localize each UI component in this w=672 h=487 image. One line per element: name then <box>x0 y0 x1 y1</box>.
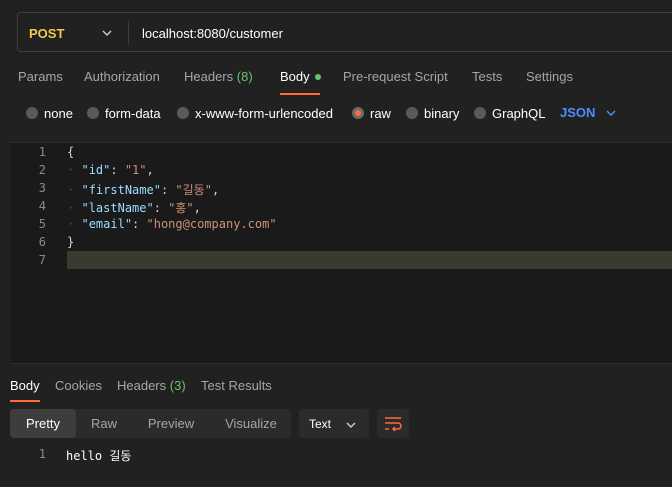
radio-binary[interactable]: binary <box>406 105 459 121</box>
close-brace: } <box>67 235 75 249</box>
json-key: "firstName" <box>81 183 161 197</box>
tab-headers-label: Headers <box>184 69 234 84</box>
open-brace: { <box>67 145 75 159</box>
radio-circle <box>177 107 189 119</box>
chevron-down-icon[interactable] <box>606 108 616 118</box>
line-number: 2 <box>38 163 46 177</box>
json-key: "lastName" <box>81 201 154 215</box>
json-key: "email" <box>81 217 133 231</box>
radio-graphql[interactable]: GraphQL <box>474 105 545 121</box>
url-bar: POST localhost:8080/customer <box>17 12 672 52</box>
response-tab-cookies[interactable]: Cookies <box>55 378 102 393</box>
view-visualize-button[interactable]: Visualize <box>214 409 288 438</box>
tab-pre-request-script[interactable]: Pre-request Script <box>343 69 448 84</box>
wrap-lines-button[interactable] <box>377 409 409 438</box>
line-number: 7 <box>38 253 46 267</box>
tab-headers-count: (8) <box>236 69 253 84</box>
response-tab-body[interactable]: Body <box>10 378 40 393</box>
tab-tests[interactable]: Tests <box>472 69 502 84</box>
wrap-lines-icon <box>385 417 402 432</box>
view-pretty-button[interactable]: Pretty <box>10 409 76 438</box>
radio-label: none <box>44 105 73 121</box>
active-tab-indicator <box>280 93 320 95</box>
raw-format-select[interactable]: JSON <box>560 105 595 120</box>
method-select[interactable]: POST <box>29 26 64 41</box>
response-tab-test-results[interactable]: Test Results <box>201 378 272 393</box>
view-mode-group: Pretty Raw Preview Visualize <box>10 409 291 438</box>
radio-circle <box>474 107 486 119</box>
response-format-label: Text <box>309 417 332 431</box>
view-preview-button[interactable]: Preview <box>134 409 208 438</box>
line-number: 1 <box>38 145 46 159</box>
request-body-editor[interactable]: 1 2 3 4 5 6 7 { · "id": "1", · "firstNam… <box>10 142 672 364</box>
response-tab-headers-label: Headers <box>117 378 167 393</box>
line-number: 6 <box>38 235 46 249</box>
tab-body-label: Body <box>280 69 310 84</box>
tab-authorization[interactable]: Authorization <box>84 69 160 84</box>
line-number: 5 <box>38 217 46 231</box>
json-sep: , <box>193 201 201 215</box>
body-modified-dot <box>314 73 321 80</box>
response-body-text: hello 길동 <box>66 449 132 463</box>
radio-circle <box>26 107 38 119</box>
response-tab-headers-count: (3) <box>169 378 186 393</box>
view-raw-button[interactable]: Raw <box>80 409 128 438</box>
json-value: "hong@company.com" <box>146 217 277 231</box>
response-tab-headers[interactable]: Headers (3) <box>117 378 186 393</box>
current-line-highlight <box>67 251 672 269</box>
radio-circle <box>406 107 418 119</box>
tab-body[interactable]: Body <box>280 69 321 84</box>
line-number: 3 <box>38 181 46 195</box>
json-value: "홍" <box>168 201 194 215</box>
response-line-number: 1 <box>38 447 46 461</box>
tab-settings[interactable]: Settings <box>526 69 573 84</box>
tab-params[interactable]: Params <box>18 69 63 84</box>
url-divider <box>128 21 129 45</box>
code-line: · "firstName": "길동", <box>67 183 220 197</box>
radio-x-www-form-urlencoded[interactable]: x-www-form-urlencoded <box>177 105 333 121</box>
code-line: { <box>67 145 74 159</box>
code-line: } <box>67 235 74 249</box>
radio-circle <box>87 107 99 119</box>
json-value: "1" <box>124 163 147 177</box>
radio-label: x-www-form-urlencoded <box>195 105 333 121</box>
json-key: "id" <box>81 163 111 177</box>
json-value: "길동" <box>175 183 212 197</box>
radio-circle-selected <box>352 107 364 119</box>
url-input[interactable]: localhost:8080/customer <box>142 26 283 41</box>
code-line: · "email": "hong@company.com" <box>67 217 277 231</box>
tab-headers[interactable]: Headers (8) <box>184 69 253 84</box>
radio-label: raw <box>370 105 391 121</box>
radio-raw[interactable]: raw <box>352 105 391 121</box>
radio-form-data[interactable]: form-data <box>87 105 161 121</box>
radio-label: binary <box>424 105 460 121</box>
code-line: · "id": "1", <box>67 163 154 177</box>
json-sep: , <box>211 183 220 197</box>
code-line: · "lastName": "홍", <box>67 201 201 215</box>
active-response-tab-indicator <box>10 400 40 402</box>
response-format-select[interactable]: Text <box>299 409 369 438</box>
json-sep: , <box>146 163 154 177</box>
radio-label: GraphQL <box>492 105 546 121</box>
radio-label: form-data <box>105 105 161 121</box>
chevron-down-icon[interactable] <box>102 28 112 38</box>
line-number: 4 <box>38 199 46 213</box>
chevron-down-icon <box>346 422 356 428</box>
radio-none[interactable]: none <box>26 105 73 121</box>
